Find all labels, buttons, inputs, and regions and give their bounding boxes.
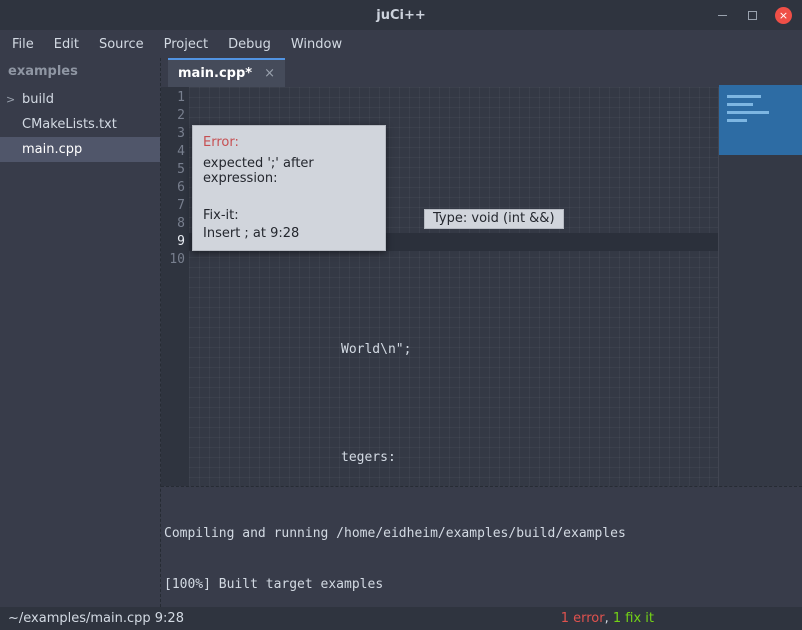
line-number: 2 [161, 107, 185, 125]
tree-item-label: CMakeLists.txt [22, 117, 117, 132]
menu-window[interactable]: Window [281, 33, 352, 56]
preview-line [727, 119, 747, 122]
type-tooltip: Type: void (int &&) [424, 209, 564, 229]
window-controls: × [715, 0, 792, 30]
preview-line [727, 95, 761, 98]
code-fragment: tegers: [341, 450, 396, 465]
titlebar: juCi++ × [0, 0, 802, 30]
line-number: 10 [161, 251, 185, 269]
status-error-count: 1 error [561, 611, 605, 626]
close-button[interactable]: × [775, 7, 792, 24]
fixit-action: Insert ; at 9:28 [203, 226, 375, 241]
minimize-button[interactable] [715, 8, 729, 22]
statusbar: ~/examples/main.cpp 9:28 1 error , 1 fix… [0, 607, 802, 630]
file-tree-panel: examples > build CMakeLists.txt main.cpp [0, 58, 160, 607]
menu-edit[interactable]: Edit [44, 33, 89, 56]
project-name: examples [0, 58, 160, 87]
menu-source[interactable]: Source [89, 33, 154, 56]
menu-project[interactable]: Project [154, 33, 218, 56]
status-location: ~/examples/main.cpp 9:28 [8, 611, 184, 626]
code-line-7: tegers: [192, 449, 411, 467]
line-number: 3 [161, 125, 185, 143]
tabbar: main.cpp* × [161, 58, 802, 87]
tree-item-cmakelists[interactable]: CMakeLists.txt [0, 112, 160, 137]
code-line-4 [192, 287, 411, 305]
type-tooltip-text: Type: void (int &&) [433, 211, 555, 226]
line-number: 7 [161, 197, 185, 215]
status-diagnostics: 1 error , 1 fix it [561, 611, 654, 626]
preview-line [727, 111, 769, 114]
code-line-5: World\n"; [192, 341, 411, 359]
tree-item-label: build [22, 92, 54, 107]
line-number-current: 9 [161, 233, 185, 251]
chevron-right-icon: > [6, 93, 22, 106]
tree-item-label: main.cpp [22, 142, 82, 157]
output-line: Compiling and running /home/eidheim/exam… [164, 525, 799, 542]
code-fragment: World\n"; [341, 342, 411, 357]
status-fixit-count: 1 fix it [613, 611, 654, 626]
menu-debug[interactable]: Debug [218, 33, 281, 56]
window-title: juCi++ [376, 8, 426, 23]
line-number: 8 [161, 215, 185, 233]
tab-close-icon[interactable]: × [264, 66, 275, 81]
code-line-6 [192, 395, 411, 413]
tree-item-build[interactable]: > build [0, 87, 160, 112]
diagnostic-tooltip: Error: expected ';' after expression: Fi… [192, 125, 386, 251]
output-line: [100%] Built target examples [164, 576, 799, 593]
menu-file[interactable]: File [2, 33, 44, 56]
line-number: 6 [161, 179, 185, 197]
output-panel[interactable]: Compiling and running /home/eidheim/exam… [161, 487, 802, 607]
line-number-gutter: 1 2 3 4 5 6 7 8 9 10 [161, 87, 189, 486]
maximize-icon [748, 11, 757, 20]
tab-main-cpp[interactable]: main.cpp* × [168, 58, 285, 87]
status-separator: , [605, 611, 613, 626]
fixit-label: Fix-it: [203, 208, 375, 223]
tab-label: main.cpp* [178, 66, 252, 81]
maximize-button[interactable] [745, 8, 759, 22]
line-number: 5 [161, 161, 185, 179]
preview-line [727, 103, 753, 106]
close-icon: × [779, 10, 788, 21]
line-number: 4 [161, 143, 185, 161]
app-window: juCi++ × File Edit Source Project Debug … [0, 0, 802, 630]
menubar: File Edit Source Project Debug Window [0, 30, 802, 58]
minimize-icon [718, 15, 727, 16]
preview-panel [719, 85, 802, 155]
tree-item-main-cpp[interactable]: main.cpp [0, 137, 160, 162]
diagnostic-severity: Error: [203, 135, 375, 150]
diagnostic-message: expected ';' after expression: [203, 156, 375, 186]
line-number: 1 [161, 89, 185, 107]
